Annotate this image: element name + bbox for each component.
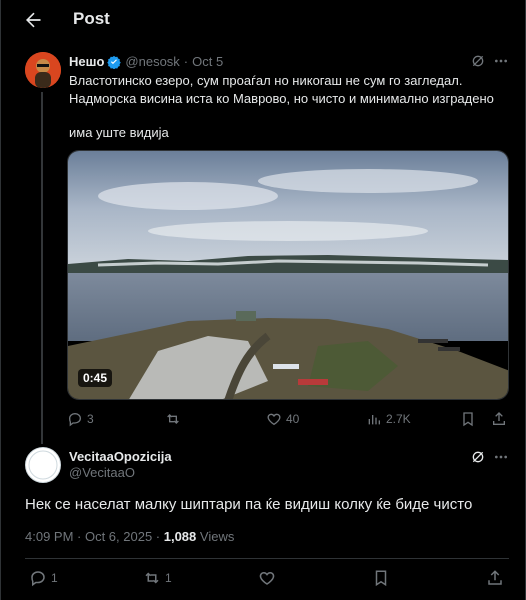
page-title: Post bbox=[73, 9, 110, 28]
repost-button[interactable] bbox=[165, 411, 181, 427]
grok-icon[interactable] bbox=[470, 449, 488, 467]
tweet-text: Властотинско езеро, сум проаѓал но никог… bbox=[69, 73, 494, 106]
post-metadata: 4:09 PM · Oct 6, 2025 · 1,088 Views bbox=[25, 529, 234, 544]
reply-button[interactable]: 3 bbox=[67, 411, 94, 427]
display-name[interactable]: VecitaaOpozicija bbox=[69, 449, 172, 464]
view-count: 1,088 bbox=[163, 529, 197, 544]
share-button[interactable] bbox=[486, 569, 504, 587]
avatar[interactable] bbox=[25, 447, 61, 483]
more-icon[interactable] bbox=[493, 53, 511, 71]
verified-badge-icon bbox=[107, 55, 122, 69]
views-button[interactable]: 2.7K bbox=[366, 411, 411, 427]
views-label: Views bbox=[196, 529, 235, 544]
post-timestamp[interactable]: 4:09 PM · Oct 6, 2025 · bbox=[25, 529, 164, 544]
handle[interactable]: @VecitaaO bbox=[69, 465, 135, 480]
like-button[interactable] bbox=[258, 569, 276, 587]
reply-button[interactable]: 1 bbox=[29, 569, 58, 587]
divider bbox=[25, 558, 509, 559]
repost-button[interactable]: 1 bbox=[143, 569, 172, 587]
like-button[interactable]: 40 bbox=[266, 411, 299, 427]
views-count: 2.7K bbox=[386, 412, 411, 426]
handle[interactable]: @nesosk bbox=[125, 54, 179, 69]
display-name[interactable]: Нешо bbox=[69, 54, 104, 69]
tweet-actions: 3 40 2.7K bbox=[67, 411, 509, 431]
grok-icon[interactable] bbox=[470, 53, 488, 71]
page-header: Post bbox=[1, 0, 526, 40]
post-page: Post Нешо @nesosk · Oct 5 Властотинско е… bbox=[0, 0, 526, 600]
more-icon[interactable] bbox=[493, 449, 511, 467]
post-date[interactable]: Oct 5 bbox=[192, 54, 223, 69]
back-arrow-icon[interactable] bbox=[21, 9, 45, 31]
tweet-text-line2: има уште видија bbox=[69, 125, 169, 140]
video-player[interactable]: 0:45 bbox=[67, 150, 509, 400]
bookmark-icon bbox=[375, 570, 387, 587]
lake-landscape-image bbox=[68, 151, 508, 399]
avatar[interactable] bbox=[25, 52, 61, 88]
heart-icon bbox=[267, 413, 281, 426]
repost-icon bbox=[145, 572, 159, 584]
video-duration: 0:45 bbox=[78, 369, 113, 387]
thread-line bbox=[41, 92, 43, 444]
bookmark-icon bbox=[463, 412, 473, 427]
reply-count: 1 bbox=[51, 571, 58, 585]
separator: · bbox=[183, 54, 189, 69]
reply-count: 3 bbox=[87, 412, 94, 426]
share-icon bbox=[493, 412, 505, 425]
share-icon bbox=[488, 570, 502, 585]
repost-icon bbox=[167, 414, 179, 424]
views-icon bbox=[368, 415, 380, 425]
reply-text: Нек се населат малку шиптари па ќе видиш… bbox=[25, 496, 473, 513]
repost-count: 1 bbox=[165, 571, 172, 585]
heart-icon bbox=[259, 571, 275, 585]
reply-actions: 1 1 bbox=[25, 569, 509, 589]
bookmark-button[interactable] bbox=[460, 411, 476, 427]
like-count: 40 bbox=[286, 412, 300, 426]
tweet-author: Нешо @nesosk · Oct 5 bbox=[69, 54, 223, 69]
reply-icon bbox=[31, 571, 45, 587]
bookmark-button[interactable] bbox=[372, 569, 390, 587]
share-button[interactable] bbox=[491, 411, 507, 427]
reply-icon bbox=[68, 412, 82, 427]
